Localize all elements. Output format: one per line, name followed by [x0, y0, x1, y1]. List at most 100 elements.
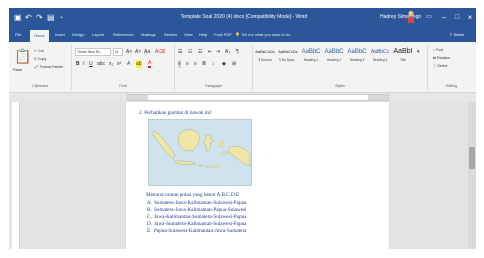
sort-icon[interactable]: A↓	[225, 48, 231, 56]
font-group: Times New Ro 11 A˄ A˅ Aa A⌫ B I U abc x₂…	[72, 44, 175, 90]
ribbon-display-icon[interactable]: ▭	[422, 11, 436, 24]
style-name: ¶ Normal	[258, 58, 272, 62]
find-button[interactable]: ⌕ Find	[433, 48, 443, 53]
style-preview: AaBbCcDc	[255, 49, 275, 54]
style-heading-2[interactable]: AaBbC Heading 2	[323, 46, 345, 68]
customize-icon[interactable]: ⌄	[59, 12, 64, 23]
paste-label[interactable]: Paste	[13, 68, 22, 73]
select-button[interactable]: ⬚ Select	[433, 64, 447, 69]
tab-help[interactable]: Help	[199, 31, 207, 39]
tab-design[interactable]: Design	[72, 31, 84, 39]
auto-save-icon[interactable]: ▤	[47, 12, 55, 23]
underline-icon[interactable]: U	[89, 60, 93, 68]
scrollbar-thumb[interactable]	[469, 147, 475, 169]
tab-references[interactable]: References	[113, 31, 133, 39]
maximize-icon[interactable]: □	[450, 11, 464, 24]
justify-icon[interactable]: ≣	[202, 60, 206, 68]
format-painter-button[interactable]: 🖌 Format Painter	[34, 65, 63, 70]
tab-layout[interactable]: Layout	[92, 31, 104, 39]
numbering-icon[interactable]: ☷	[188, 48, 192, 56]
shrink-font-icon[interactable]: A˅	[135, 48, 141, 56]
tab-foxit-pdf[interactable]: Foxit PDF	[214, 31, 232, 39]
option-letter: D.	[147, 221, 153, 227]
style-normal[interactable]: AaBbCcDc ¶ Normal	[254, 46, 276, 68]
style-preview: AaBbCcDc	[278, 49, 298, 54]
style-preview: AaBbC	[301, 49, 321, 55]
copy-button[interactable]: ⎘ Copy	[34, 57, 46, 62]
style-heading-4[interactable]: AaBbCc Heading 4	[369, 46, 391, 68]
save-icon[interactable]: ▣	[14, 12, 22, 23]
font-name-value: Times New Ro	[77, 50, 101, 54]
superscript-icon[interactable]: x²	[117, 60, 121, 68]
share-label: Share	[453, 32, 465, 37]
style-heading-1[interactable]: AaBbC Heading 1	[300, 46, 322, 68]
vertical-ruler[interactable]	[12, 102, 20, 249]
bullets-icon[interactable]: ☰	[178, 48, 182, 56]
paste-icon[interactable]: 📋	[14, 48, 31, 64]
align-right-icon[interactable]: ≡	[194, 60, 197, 68]
close-icon[interactable]: ×	[463, 11, 476, 24]
indonesia-map-image[interactable]	[148, 119, 252, 186]
vertical-scrollbar[interactable]	[468, 102, 476, 249]
line-spacing-icon[interactable]: ↕	[212, 60, 215, 68]
style-heading-3[interactable]: AaBbC Heading 3	[346, 46, 368, 68]
tab-view[interactable]: View	[184, 31, 193, 39]
style-name: Title	[400, 58, 406, 62]
share-button[interactable]: ⇪ Share	[449, 31, 464, 39]
change-case-icon[interactable]: Aa	[144, 48, 150, 56]
replace-button[interactable]: ⇄ Replace	[433, 56, 450, 61]
bold-icon[interactable]: B	[76, 60, 80, 68]
style-no-spacing[interactable]: AaBbCcDc ¶ No Spac...	[277, 46, 299, 68]
document-page[interactable]: 2. Perhatikan gambar di bawah ini! Menur…	[126, 102, 389, 249]
title-bar: ▣ ↶ ↷ ▤ ⌄ Template Soal 2020 (4) docx [C…	[9, 8, 476, 28]
align-left-icon[interactable]: ≡	[178, 60, 181, 68]
option-text: Jawa-Kalimantan-Sumatera-Sulawesi-Papua	[154, 214, 247, 220]
multilevel-list-icon[interactable]: ☲	[198, 48, 202, 56]
cut-button[interactable]: ✂ Cut	[34, 49, 44, 54]
font-color-icon[interactable]: A	[148, 60, 152, 68]
styles-group: AaBbCcDc ¶ Normal AaBbCcDc ¶ No Spac... …	[253, 44, 428, 90]
show-marks-icon[interactable]: ¶	[236, 48, 239, 56]
tab-home[interactable]: Home	[30, 30, 49, 42]
shading-icon[interactable]: ◆	[222, 60, 226, 68]
option-d[interactable]: D. Jawa-Sumatera-Kalimantan-Sulawesi-Papu…	[147, 221, 246, 228]
font-name-select[interactable]: Times New Ro	[75, 48, 111, 56]
option-letter: B.	[147, 207, 152, 213]
option-letter: A.	[147, 200, 153, 206]
horizontal-ruler[interactable]	[127, 94, 389, 101]
paragraph-group: ☰ ☷ ☲ ⇤ ⇥ A↓ ¶ ≡ ≡ ≡ ≣ ↕ ◆ ⊞ Paragraph	[175, 44, 253, 90]
highlight-icon[interactable]: ab	[136, 60, 142, 68]
text-effects-icon[interactable]: A	[127, 60, 130, 68]
subscript-icon[interactable]: x₂	[109, 60, 113, 68]
tab-insert[interactable]: Insert	[55, 31, 65, 39]
option-b[interactable]: B. Sumatera-Jawa-Kalimantan-Papua-Sulawes…	[147, 207, 246, 214]
style-title[interactable]: AaBbI Title	[392, 46, 414, 68]
font-label: Font	[119, 84, 127, 88]
align-center-icon[interactable]: ≡	[186, 60, 189, 68]
tab-file[interactable]: File	[15, 31, 21, 39]
option-c[interactable]: C. Jawa-Kalimantan-Sumatera-Sulawesi-Papu…	[147, 214, 246, 221]
avatar[interactable]	[407, 10, 415, 24]
clear-formatting-icon[interactable]: A⌫	[155, 48, 165, 56]
tab-review[interactable]: Review	[164, 31, 177, 39]
option-e[interactable]: E. Papua-Sulawesi-Kalimantan-Jawa-Sumater…	[147, 228, 246, 235]
ribbon-tabs: File Home Insert Design Layout Reference…	[9, 28, 476, 42]
ruler-area	[9, 93, 476, 102]
styles-more-icon[interactable]: ▾	[417, 48, 420, 56]
tab-mailings[interactable]: Mailings	[141, 31, 156, 39]
clipboard-label: Clipboard	[32, 84, 48, 88]
grow-font-icon[interactable]: A˄	[126, 48, 132, 56]
undo-icon[interactable]: ↶	[25, 12, 32, 23]
tell-me-label: Tell me what you want to do	[241, 32, 291, 37]
italic-icon[interactable]: I	[83, 60, 84, 68]
minimize-icon[interactable]: –	[437, 11, 451, 24]
tell-me-search[interactable]: 💡 Tell me what you want to do	[235, 31, 290, 39]
strikethrough-icon[interactable]: abc	[97, 60, 105, 68]
option-a[interactable]: A. Sumatera-Jawa-Kalimantan-Sulawesi-Papu…	[147, 200, 246, 207]
decrease-indent-icon[interactable]: ⇤	[208, 48, 212, 56]
style-name: Heading 2	[326, 58, 342, 62]
redo-icon[interactable]: ↷	[36, 12, 43, 23]
font-size-select[interactable]: 11	[113, 48, 123, 56]
increase-indent-icon[interactable]: ⇥	[216, 48, 220, 56]
borders-icon[interactable]: ⊞	[232, 60, 236, 68]
